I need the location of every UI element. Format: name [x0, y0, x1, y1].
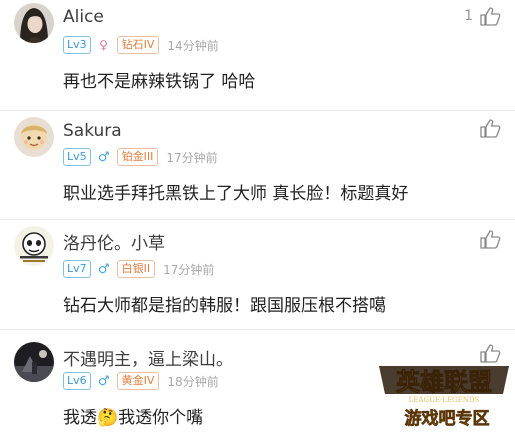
timestamp: 14分钟前: [167, 38, 219, 53]
comment-item: Alice Lv3 ♀ 钻石IV 14分钟前 再也不是麻辣铁锅了 哈哈 1: [0, 0, 515, 112]
user-meta: Lv7 ♂ 白银II 17分钟前: [63, 260, 214, 278]
logo-subtitle: LEAGUE·LEGENDS: [409, 396, 480, 404]
avatar[interactable]: [14, 226, 54, 266]
league-of-legends-watermark: 英雄联盟 LEAGUE·LEGENDS 游戏吧专区: [373, 360, 515, 430]
male-icon: ♂: [97, 149, 110, 165]
like-button[interactable]: [479, 229, 501, 249]
comment-text: 钻石大师都是指的韩服！跟国服压根不搭噶: [63, 296, 386, 316]
level-badge: Lv3: [63, 36, 91, 54]
rank-badge: 黄金IV: [116, 372, 160, 390]
rank-badge: 白银II: [116, 260, 156, 278]
user-meta: Lv3 ♀ 钻石IV 14分钟前: [63, 36, 219, 54]
male-icon: ♂: [97, 261, 110, 277]
like-count: 1: [464, 8, 473, 24]
like-button[interactable]: 1: [464, 6, 501, 26]
comment-text: 我透🤔我透你个嘴: [63, 403, 203, 428]
username[interactable]: 洛丹伦。小草: [63, 229, 165, 254]
divider: [0, 329, 515, 330]
like-button[interactable]: [479, 118, 501, 138]
rank-badge: 铂金III: [116, 148, 159, 166]
thumbs-up-icon: [480, 7, 501, 26]
thumbs-up-icon: [480, 230, 501, 249]
male-icon: ♂: [97, 373, 110, 389]
timestamp: 17分钟前: [163, 262, 215, 277]
rank-badge: 钻石IV: [116, 36, 160, 54]
username[interactable]: 不遇明主，逼上梁山。: [63, 345, 233, 370]
level-badge: Lv5: [63, 148, 91, 166]
comment-text-part: 我透你个嘴: [118, 408, 204, 428]
user-meta: Lv6 ♂ 黄金IV 18分钟前: [63, 372, 219, 390]
timestamp: 18分钟前: [167, 374, 219, 389]
watermark-caption: 游戏吧专区: [405, 408, 490, 429]
comment-text-part: 我透: [63, 408, 97, 428]
logo-title: 英雄联盟: [396, 368, 492, 396]
comment-text: 职业选手拜托黑铁上了大师 真长脸！标题真好: [63, 184, 409, 204]
divider: [0, 219, 515, 220]
thinking-emoji-icon: 🤔: [97, 408, 119, 428]
divider: [0, 110, 515, 111]
comment-text: 再也不是麻辣铁锅了 哈哈: [63, 72, 256, 92]
comment-item: 洛丹伦。小草 Lv7 ♂ 白银II 17分钟前 钻石大师都是指的韩服！跟国服压根…: [0, 221, 515, 329]
level-badge: Lv6: [63, 372, 91, 390]
avatar[interactable]: [14, 3, 54, 43]
username[interactable]: Sakura: [63, 121, 122, 141]
female-icon: ♀: [99, 38, 109, 52]
timestamp: 17分钟前: [166, 150, 218, 165]
username[interactable]: Alice: [63, 7, 104, 27]
comment-item: Sakura Lv5 ♂ 铂金III 17分钟前 职业选手拜托黑铁上了大师 真长…: [0, 112, 515, 220]
level-badge: Lv7: [63, 260, 91, 278]
thumbs-up-icon: [480, 119, 501, 138]
avatar[interactable]: [14, 117, 54, 157]
user-meta: Lv5 ♂ 铂金III 17分钟前: [63, 148, 218, 166]
avatar[interactable]: [14, 342, 54, 382]
